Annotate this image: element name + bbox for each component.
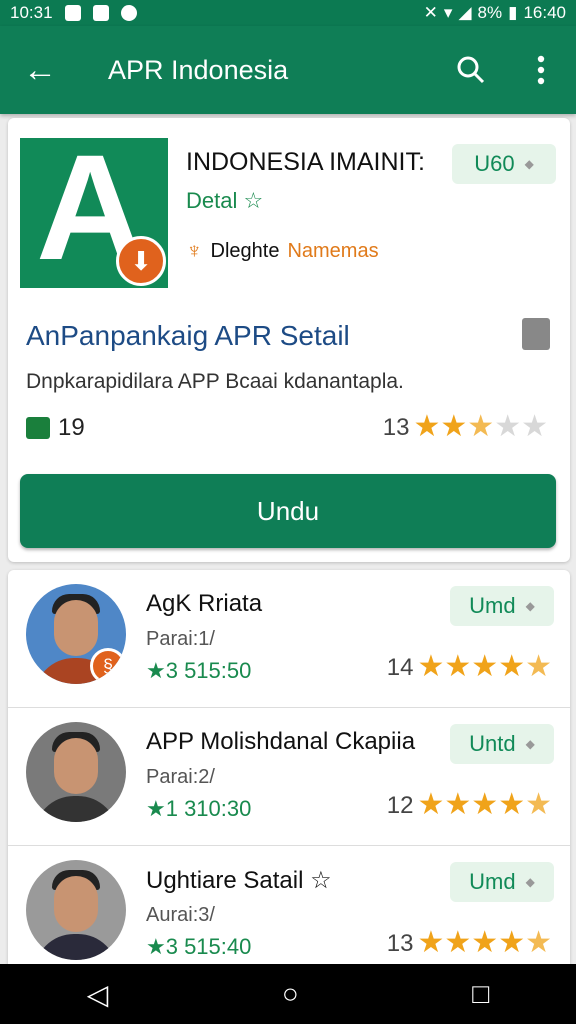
developer-line[interactable]: ♆ Dleghte Namemas [186, 238, 379, 264]
item-name: APP Molishdanal Ckapiia [146, 728, 416, 755]
developer-prefix: Dleghte [210, 239, 280, 262]
star-icon: ★ [471, 650, 499, 683]
item-chip[interactable]: Umd ◆ [450, 862, 554, 902]
item-name: AgK Rriata [146, 590, 263, 617]
item-stars: ★★★★★ [417, 928, 552, 959]
version-chip[interactable]: U60 ◆ [452, 144, 556, 184]
star-icon: ★ [440, 410, 468, 443]
list-item[interactable]: § AgK Rriata Parai:1/ ★3 515:50 Umd ◆ 14… [8, 570, 570, 708]
app-logo: A ⬇ [20, 138, 168, 288]
star-icon: ★ [498, 926, 526, 959]
list-item[interactable]: Ughtiare Satail ☆ Aurai:3/ ★3 515:40 Umd… [8, 846, 570, 970]
avatar [26, 860, 126, 960]
star-icon: ★ [444, 926, 472, 959]
battery-text: 8% [477, 3, 503, 22]
rating-stars: ★★★★★ [413, 412, 548, 443]
mail-icon [92, 5, 109, 21]
lock-count: 19 [26, 414, 85, 442]
item-rating-count: 12 [386, 791, 414, 819]
notification-icon [64, 5, 81, 21]
download-badge-icon: ⬇ [116, 236, 166, 286]
system-nav-bar: ◁ ○ □ [0, 964, 576, 1024]
item-rating-count: 13 [386, 929, 414, 957]
item-rating: 14 ★★★★★ [387, 652, 552, 683]
app-subtitle: Detal ☆ [186, 188, 264, 213]
developer-icon: ♆ [186, 238, 203, 263]
nav-home-icon[interactable]: ○ [282, 978, 299, 1010]
chip-arrow-icon: ◆ [525, 737, 535, 751]
chip-arrow-icon: ◆ [525, 875, 535, 889]
rating-count: 13 [382, 413, 410, 441]
developer-suffix: Namemas [287, 239, 379, 262]
item-rating: 13 ★★★★★ [387, 928, 552, 959]
star-icon: ★ [498, 788, 526, 821]
page-title: APR Indonesia [108, 54, 289, 85]
chip-arrow-icon: ◆ [524, 157, 534, 171]
wifi-icon: ▾ [443, 3, 453, 22]
lock-icon [26, 417, 50, 439]
avatar: § [26, 584, 126, 684]
star-icon: ★ [413, 410, 441, 443]
app-description: Dnpkarapidilara APP Bcaai kdanantapla. [26, 370, 404, 393]
bookmark-icon[interactable] [522, 318, 550, 350]
nav-back-icon[interactable]: ◁ [87, 978, 109, 1011]
star-icon: ★ [417, 926, 445, 959]
item-chip-label: Umd [469, 869, 516, 894]
app-bar: ← APR Indonesia [0, 26, 576, 114]
item-name: Ughtiare Satail ☆ [146, 867, 332, 894]
item-rating: 12 ★★★★★ [387, 790, 552, 821]
status-time: 10:31 [10, 3, 53, 22]
star-icon: ★ [471, 926, 499, 959]
signal-icon: ◢ [458, 3, 472, 22]
star-icon: ★ [498, 650, 526, 683]
star-icon: ★ [521, 410, 548, 443]
item-chip[interactable]: Untd ◆ [450, 724, 554, 764]
item-time: ★3 515:50 [146, 658, 252, 683]
download-button[interactable]: Undu [20, 474, 556, 548]
status-clock: 16:40 [523, 3, 566, 22]
version-chip-label: U60 [474, 151, 515, 176]
app-headline: AnPanpankaig APR Setail [26, 320, 350, 351]
battery-icon: ▮ [508, 3, 518, 22]
badge-icon: § [90, 648, 126, 684]
status-bar: 10:31 ✕ ▾ ◢ 8% ▮ 16:40 [0, 0, 576, 26]
star-icon: ★ [444, 650, 472, 683]
app-detail-card: A ⬇ INDONESIA IMAINIT: Detal ☆ ♆ Dleghte… [8, 118, 570, 562]
item-stars: ★★★★★ [417, 652, 552, 683]
back-arrow-icon[interactable]: ← [0, 26, 80, 114]
star-icon: ★ [525, 650, 552, 683]
item-chip-label: Umd [469, 593, 516, 618]
item-time: ★1 310:30 [146, 796, 252, 821]
star-icon: ★ [467, 410, 495, 443]
star-icon: ★ [417, 788, 445, 821]
star-icon: ★ [471, 788, 499, 821]
more-vert-icon[interactable] [506, 26, 576, 114]
item-time: ★3 515:40 [146, 934, 252, 959]
item-meta: Aurai:3/ [146, 904, 215, 926]
chip-arrow-icon: ◆ [525, 599, 535, 613]
app-notification-icon [120, 5, 137, 21]
star-icon: ★ [417, 650, 445, 683]
avatar [26, 722, 126, 822]
item-rating-count: 14 [386, 653, 414, 681]
mute-icon: ✕ [423, 3, 438, 22]
item-meta: Parai:1/ [146, 628, 215, 650]
star-icon: ★ [444, 788, 472, 821]
app-rating: 13 ★★★★★ [383, 412, 548, 443]
item-chip-label: Untd [469, 731, 516, 756]
item-stars: ★★★★★ [417, 790, 552, 821]
lock-count-value: 19 [58, 414, 85, 441]
nav-recents-icon[interactable]: □ [472, 978, 489, 1010]
list-item[interactable]: APP Molishdanal Ckapiia Parai:2/ ★1 310:… [8, 708, 570, 846]
item-chip[interactable]: Umd ◆ [450, 586, 554, 626]
app-list: § AgK Rriata Parai:1/ ★3 515:50 Umd ◆ 14… [8, 570, 570, 970]
search-icon[interactable] [436, 26, 506, 114]
item-meta: Parai:2/ [146, 766, 215, 788]
star-icon: ★ [525, 926, 552, 959]
star-icon: ★ [525, 788, 552, 821]
star-icon: ★ [494, 410, 522, 443]
app-title: INDONESIA IMAINIT: [186, 148, 425, 176]
